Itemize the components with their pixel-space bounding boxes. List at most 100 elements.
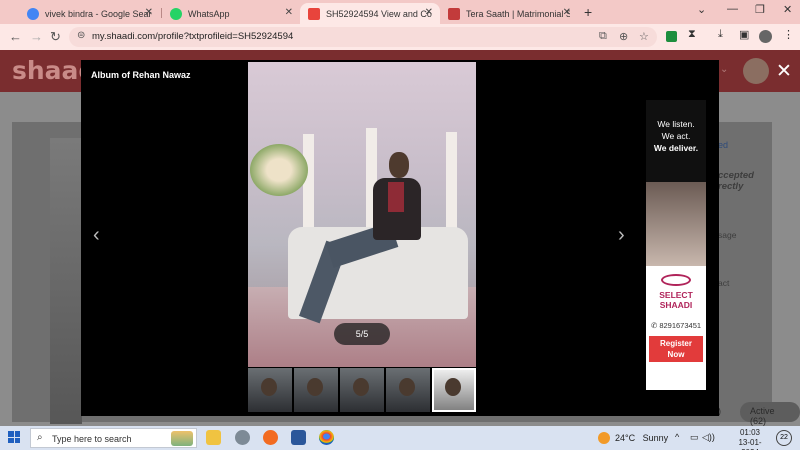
close-tab-icon[interactable]: ✕	[563, 7, 571, 18]
ad-brand: SELECT SHAADI	[646, 290, 706, 310]
side-text: ccepted	[718, 170, 754, 181]
network-icon[interactable]: ▭	[690, 432, 699, 443]
site-info-icon[interactable]: ⊜	[77, 30, 85, 41]
chrome-icon[interactable]	[319, 430, 334, 445]
tab-tera-saath[interactable]: Tera Saath | Matrimonial Site | ✕	[440, 3, 578, 24]
next-photo-icon[interactable]: ›	[618, 224, 625, 247]
file-explorer-icon[interactable]	[206, 430, 221, 445]
restore-icon[interactable]: ❐	[755, 3, 765, 16]
side-text: act	[718, 278, 730, 288]
profile-avatar-icon[interactable]	[759, 30, 772, 43]
back-icon[interactable]: ←	[9, 29, 22, 44]
tab-shaadi-profile[interactable]: SH52924594 View and Contact ✕	[300, 3, 440, 24]
profile-photo	[50, 138, 82, 424]
photo-counter: 5/5	[334, 323, 390, 345]
button-line: Register	[659, 339, 692, 348]
photo-flowers	[250, 144, 308, 196]
tab-title: vivek bindra - Google Search	[45, 8, 152, 19]
side-panel-icon[interactable]: ▣	[739, 28, 749, 41]
extensions-puzzle-icon[interactable]: ⧗	[688, 28, 696, 41]
reload-icon[interactable]: ↻	[50, 29, 61, 45]
thumbnail[interactable]	[340, 368, 384, 412]
notification-center-icon[interactable]: 22	[776, 430, 792, 446]
ad-line: We listen.	[657, 119, 695, 129]
thumbnail-selected[interactable]	[432, 368, 476, 412]
app-icon[interactable]	[235, 430, 250, 445]
word-icon[interactable]	[291, 430, 306, 445]
thumbnail[interactable]	[248, 368, 292, 412]
shaadi-icon	[308, 7, 320, 20]
tab-title: WhatsApp	[188, 8, 230, 19]
zoom-icon[interactable]: ⊕	[619, 30, 628, 43]
extension-icon[interactable]	[666, 31, 677, 42]
album-photo	[248, 62, 476, 367]
ad-phone: ✆ 8291673451	[650, 321, 702, 330]
tab-search-icon[interactable]: ⌄	[697, 3, 706, 16]
forward-icon[interactable]: →	[30, 29, 43, 44]
ad-line: We deliver.	[653, 143, 699, 153]
photo-person	[388, 182, 404, 212]
select-shaadi-ad[interactable]: We listen. We act. We deliver. SELECT SH…	[646, 100, 706, 390]
close-window-icon[interactable]: ✕	[783, 3, 792, 16]
ad-brand-line: SHAADI	[659, 300, 693, 310]
ad-line: We act.	[661, 131, 691, 141]
previous-photo-icon[interactable]: ‹	[93, 224, 100, 247]
clock-time: 01:03	[739, 428, 761, 437]
browser-menu-icon[interactable]: ⋮	[783, 28, 794, 41]
tab-title: SH52924594 View and Contact	[326, 8, 432, 19]
google-icon	[27, 7, 39, 20]
bookmark-star-icon[interactable]: ☆	[639, 30, 649, 43]
clock-date: 13-01-2024	[738, 438, 762, 450]
thumbnail[interactable]	[386, 368, 430, 412]
user-avatar[interactable]	[743, 58, 769, 84]
thumbnail-strip	[248, 368, 476, 412]
photo-person	[389, 152, 409, 178]
side-text: sage	[718, 230, 737, 240]
weather-sun-icon[interactable]	[598, 432, 610, 444]
volume-icon[interactable]: ◁))	[702, 432, 715, 443]
thumbnail-face	[261, 378, 277, 396]
close-album-icon[interactable]: ✕	[776, 60, 792, 83]
install-app-icon[interactable]: ⧉	[599, 30, 607, 43]
new-tab-icon[interactable]: +	[584, 4, 592, 20]
url-text: my.shaadi.com/profile?txtprofileid=SH529…	[92, 31, 294, 42]
weather-text: Sunny	[642, 433, 669, 443]
thumbnail-face	[445, 378, 461, 396]
thumbnail-face	[399, 378, 415, 396]
address-bar[interactable]: ⊜ my.shaadi.com/profile?txtprofileid=SH5…	[69, 27, 657, 47]
select-shaadi-logo-icon	[661, 274, 691, 286]
chevron-down-icon[interactable]: ⌄	[720, 64, 728, 75]
whatsapp-icon	[170, 7, 182, 20]
taskbar-search-box[interactable]: ⌕ Type here to search	[30, 428, 197, 448]
search-highlight-icon	[171, 431, 193, 446]
show-hidden-icons-icon[interactable]: ^	[675, 432, 679, 442]
active-filter-button[interactable]: Active (62)	[740, 402, 800, 426]
tab-title: Tera Saath | Matrimonial Site |	[466, 8, 570, 19]
thumbnail[interactable]	[294, 368, 338, 412]
close-tab-icon[interactable]: ✕	[285, 7, 293, 18]
weather-temp: 24°C	[615, 433, 636, 443]
ad-brand-line: SELECT	[659, 290, 693, 300]
search-icon: ⌕	[37, 432, 43, 443]
firefox-icon[interactable]	[263, 430, 278, 445]
button-line: Now	[667, 350, 685, 359]
site-link[interactable]: ed	[718, 140, 728, 150]
ad-slogan: We listen. We act. We deliver.	[646, 100, 706, 182]
weather-widget[interactable]: 24°C Sunny	[615, 433, 668, 443]
side-text: rectly	[718, 181, 744, 192]
system-clock[interactable]: 01:03 13-01-2024	[730, 428, 770, 450]
thumbnail-face	[307, 378, 323, 396]
photo-album-modal: Album of Rehan Nawaz ‹ › 5/5 We listen. …	[81, 60, 719, 416]
download-icon[interactable]: ⤓	[718, 28, 723, 41]
minimize-icon[interactable]: —	[727, 3, 738, 15]
tab-whatsapp[interactable]: WhatsApp ✕	[162, 3, 300, 24]
close-tab-icon[interactable]: ✕	[145, 7, 153, 18]
close-tab-icon[interactable]: ✕	[425, 7, 433, 18]
thumbnail-face	[353, 378, 369, 396]
album-title: Album of Rehan Nawaz	[91, 70, 191, 80]
browser-toolbar: ← → ↻ ⊜ my.shaadi.com/profile?txtprofile…	[0, 24, 800, 50]
ad-photo	[646, 182, 706, 266]
register-now-button[interactable]: Register Now	[649, 336, 703, 362]
tab-google-search[interactable]: vivek bindra - Google Search ✕	[19, 3, 160, 24]
windows-start-icon[interactable]	[8, 431, 20, 443]
